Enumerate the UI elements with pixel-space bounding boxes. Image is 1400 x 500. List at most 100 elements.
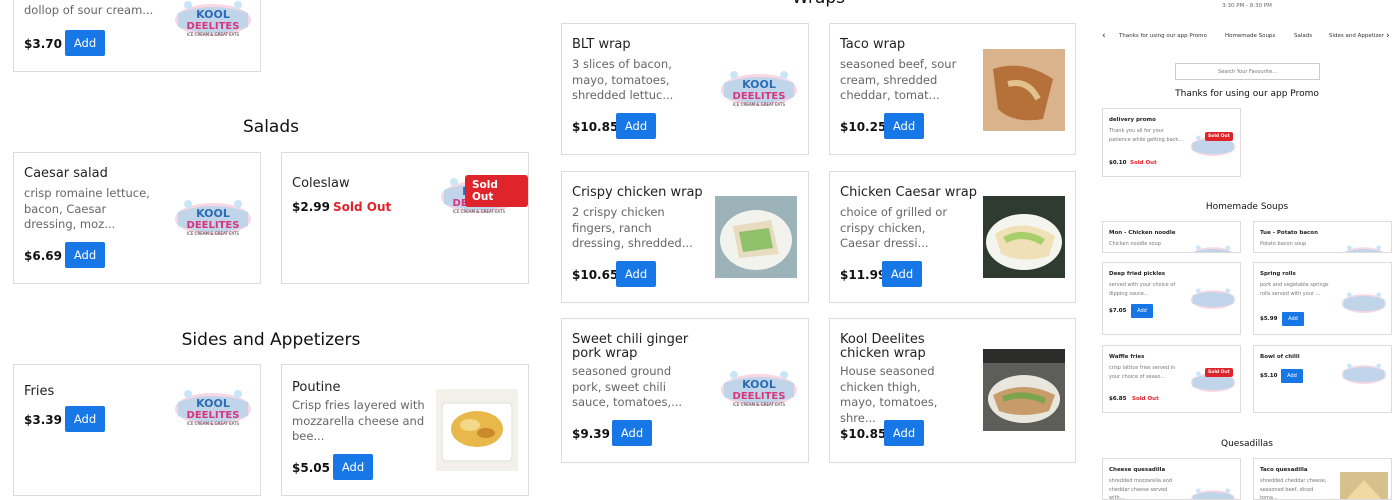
sold-out-badge: Sold Out [1205,132,1233,141]
menu-item-card[interactable]: Deep fried pickles served with your choi… [1102,262,1241,335]
item-description: pork and vegetable springs rolls served … [1260,282,1329,297]
item-title: Chicken Caesar wrap [840,185,977,200]
item-price: $10.25 [840,120,887,134]
item-title: Coleslaw [292,176,350,191]
menu-item-card[interactable]: Spring rolls pork and vegetable springs … [1253,262,1392,335]
add-button[interactable]: Add [65,406,105,432]
add-button[interactable]: Add [616,261,656,287]
svg-text:DEELITES: DEELITES [187,21,240,32]
add-button[interactable]: Add [333,454,373,480]
menu-item-card[interactable]: delivery promo Thank you all for your pa… [1102,108,1241,177]
item-price: $5.99 [1260,316,1278,322]
tab-sides[interactable]: Sides and Appetizers [1329,33,1384,39]
item-description: choice of grilled or crispy chicken, Cae… [840,205,948,250]
item-description: 3 slices of bacon, mayo, tomatoes, shred… [572,57,674,102]
add-button[interactable]: Add [65,242,105,268]
menu-item-card[interactable]: Poutine Crisp fries layered with mozzare… [281,364,529,496]
item-title: Sweet chili ginger pork wrap [572,332,689,361]
logo-image [1340,354,1388,394]
section-heading-quesadillas: Quesadillas [1221,439,1273,449]
svg-text:ICE CREAM & GREAT EATS: ICE CREAM & GREAT EATS [187,32,240,37]
menu-item-card[interactable]: dollop of sour cream... $3.70 Add KOOL D… [13,0,261,72]
tab-promo[interactable]: Thanks for using our app Promo [1119,33,1207,39]
section-heading-salads: Salads [243,117,299,137]
add-button[interactable]: Add [884,420,924,446]
add-button[interactable]: Add [1281,369,1303,383]
item-price: $10.65 [572,268,619,282]
menu-item-card[interactable]: Kool Deelites chicken wrap House seasone… [829,318,1076,463]
item-title: Crispy chicken wrap [572,185,703,200]
add-button[interactable]: Add [1282,312,1304,326]
item-title: delivery promo [1109,117,1156,123]
add-button[interactable]: Add [612,420,652,446]
item-description: Chicken noodle soup [1109,241,1161,247]
item-description: House seasoned chicken thigh, mayo, toma… [840,364,938,425]
item-price: $11.99 [840,268,887,282]
item-description: crisp romaine lettuce, bacon, Caesar dre… [24,186,150,231]
menu-item-card[interactable]: Coleslaw $2.99 Sold Out Sold Out KOOL DE… [281,152,529,284]
svg-text:DEELITES: DEELITES [733,391,786,402]
item-price: $10.85 [840,427,887,441]
menu-item-card[interactable]: Bowl of chilli $5.10 Add [1253,345,1392,413]
item-price: $5.05 [292,461,330,475]
chevron-left-icon[interactable]: ‹ [1102,31,1106,41]
add-button[interactable]: Add [616,113,656,139]
add-button[interactable]: Add [1131,304,1153,318]
logo-image [1189,279,1237,319]
svg-text:ICE CREAM & GREAT EATS: ICE CREAM & GREAT EATS [733,102,786,107]
svg-text:ICE CREAM & GREAT EATS: ICE CREAM & GREAT EATS [187,421,240,426]
section-heading-sides: Sides and Appetizers [181,330,361,350]
svg-text:DEELITES: DEELITES [187,410,240,421]
item-description: shredded cheddar cheese, seasoned beef, … [1260,478,1327,500]
section-heading-wraps: Wraps [561,0,1076,8]
logo-image [1189,236,1237,252]
item-description: seasoned ground pork, sweet chili sauce,… [572,364,683,409]
menu-item-card[interactable]: Crispy chicken wrap 2 crispy chicken fin… [561,171,809,303]
menu-item-card[interactable]: BLT wrap 3 slices of bacon, mayo, tomato… [561,23,809,155]
item-title: Cheese quesadilla [1109,467,1166,473]
item-description: crisp lattice fries served in your choic… [1109,365,1176,380]
svg-text:KOOL: KOOL [196,207,230,220]
tab-salads[interactable]: Salads [1294,33,1312,39]
food-photo [715,196,797,278]
svg-text:KOOL: KOOL [742,378,776,391]
logo-image: KOOL DEELITES ICE CREAM & GREAT EATS [172,178,254,260]
logo-image: KOOL DEELITES ICE CREAM & GREAT EATS [718,349,800,431]
item-title: Tue - Potato bacon [1260,230,1318,236]
menu-item-card[interactable]: Cheese quesadilla shredded mozzarella an… [1102,458,1241,500]
item-title: Mon - Chicken noodle [1109,230,1176,236]
item-title: Spring rolls [1260,271,1296,277]
menu-item-card[interactable]: Fries $3.39 Add KOOL DEELITES ICE CREAM … [13,364,261,496]
item-title: Caesar salad [24,166,108,181]
item-title: Taco wrap [840,37,906,52]
menu-item-card[interactable]: Tue - Potato bacon Potato bacon soup [1253,221,1392,253]
logo-image [1189,479,1237,499]
add-button[interactable]: Add [884,113,924,139]
menu-item-card[interactable]: Waffle fries crisp lattice fries served … [1102,345,1241,413]
item-title: Taco quesadilla [1260,467,1308,473]
item-title: Bowl of chilli [1260,354,1300,360]
item-description: served with your choice of dipping sauce… [1109,282,1176,297]
menu-item-card[interactable]: Taco quesadilla shredded cheddar cheese,… [1253,458,1392,500]
tab-homemade-soups[interactable]: Homemade Soups [1225,33,1275,39]
svg-text:ICE CREAM & GREAT EATS: ICE CREAM & GREAT EATS [733,402,786,407]
menu-item-card[interactable]: Taco wrap seasoned beef, sour cream, shr… [829,23,1076,155]
item-description: shredded mozzarella and cheddar cheese s… [1109,478,1173,500]
search-input[interactable] [1175,63,1320,80]
menu-item-card[interactable]: Chicken Caesar wrap choice of grilled or… [829,171,1076,303]
item-description: 2 crispy chicken fingers, ranch dressing… [572,205,693,250]
add-button[interactable]: Add [882,261,922,287]
item-price: $6.69 [24,249,62,263]
menu-item-card[interactable]: Caesar salad crisp romaine lettuce, baco… [13,152,261,284]
menu-item-card[interactable]: Mon - Chicken noodle Chicken noodle soup [1102,221,1241,253]
menu-item-card[interactable]: Sweet chili ginger pork wrap seasoned gr… [561,318,809,463]
logo-image: KOOL DEELITES ICE CREAM & GREAT EATS [172,368,254,450]
item-title: Fries [24,384,55,399]
item-title: Poutine [292,380,341,395]
add-button[interactable]: Add [65,30,105,56]
item-price: $7.05 [1109,308,1127,314]
section-heading-promo: Thanks for using our app Promo [1175,89,1319,99]
sold-out-badge: Sold Out [1205,368,1233,377]
chevron-right-icon[interactable]: › [1386,31,1390,41]
sold-out-label: Sold Out [1132,396,1159,402]
